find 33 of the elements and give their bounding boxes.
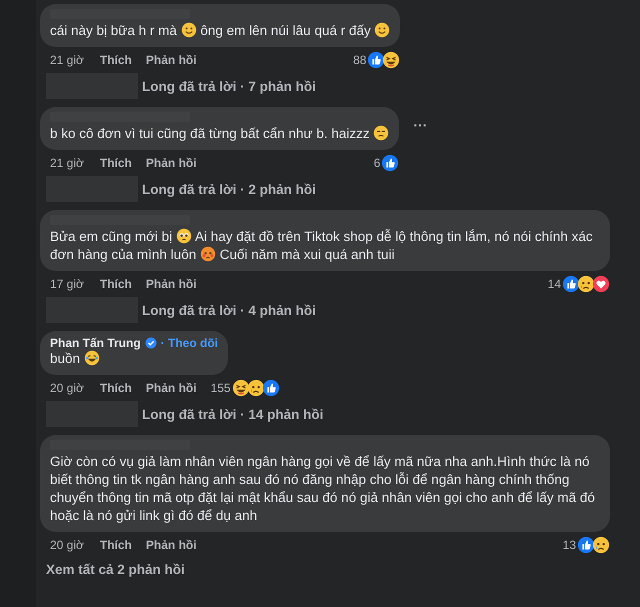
replies-link[interactable]: Long đã trả lời · 14 phản hồi xyxy=(142,406,324,422)
replies-link[interactable]: Long đã trả lời · 7 phản hồi xyxy=(142,78,316,94)
timestamp[interactable]: 17 giờ xyxy=(50,277,84,291)
reply-link[interactable]: Phản hồi xyxy=(146,277,197,291)
view-all-replies-link[interactable]: Xem tất cả 2 phản hồi xyxy=(46,562,610,577)
timestamp[interactable]: 20 giờ xyxy=(50,538,84,552)
timestamp[interactable]: 20 giờ xyxy=(50,381,84,395)
reply-link[interactable]: Phản hồi xyxy=(146,53,197,67)
like-link[interactable]: Thích xyxy=(100,538,132,552)
author-name[interactable]: Phan Tấn Trung xyxy=(50,336,141,350)
replies-link[interactable]: Long đã trả lời · 4 phản hồi xyxy=(142,302,316,318)
like-link[interactable]: Thích xyxy=(100,53,132,67)
timestamp[interactable]: 21 giờ xyxy=(50,53,84,67)
like-link[interactable]: Thích xyxy=(100,381,132,395)
comment-text: b ko cô đơn vì tui cũng đã từng bất cẩn như b. haizzz xyxy=(50,125,390,143)
reaction-count[interactable]: 88 xyxy=(353,53,366,67)
like-link[interactable]: Thích xyxy=(100,277,132,291)
reaction-count[interactable]: 155 xyxy=(210,381,231,395)
follow-link[interactable]: · Theo dõi xyxy=(160,336,218,350)
comment-text: cái này bị bữa h r mà ông em lên núi lâu quá r đấy xyxy=(50,22,390,40)
comment-text: Giờ còn có vụ giả làm nhân viên ngân hàng gọi về để lấy mã nữa nha anh.Hình thức là nó biết thông tin tk ngân hàng anh sau đó nó đăng nhập cho lỗi để ngân hàng chính thống chuyển thông tin mã otp đặt lại mật khẩu sau đó nó giả nhân viên gọi cho anh để lấy mã đó hoặc là nó gửi link gì đó để dụ anh xyxy=(50,453,596,525)
comment-text: buồn xyxy=(50,350,218,368)
more-options-button[interactable]: ··· xyxy=(411,117,430,133)
reaction-count[interactable]: 14 xyxy=(548,277,561,291)
comment-text: Bửa em cũng mới bị Ai hay đặt đồ trên Tiktok shop dễ lộ thông tin lắm, nó nói chính xác đơn hàng của mình luôn Cuối năm mà xui quá anh tuii xyxy=(50,228,594,264)
reply-link[interactable]: Phản hồi xyxy=(146,381,197,395)
reply-link[interactable]: Phản hồi xyxy=(146,538,197,552)
timestamp[interactable]: 21 giờ xyxy=(50,156,84,170)
reaction-count[interactable]: 6 xyxy=(374,156,380,170)
like-link[interactable]: Thích xyxy=(100,156,132,170)
reaction-count[interactable]: 13 xyxy=(562,538,576,552)
reply-link[interactable]: Phản hồi xyxy=(146,156,197,170)
replies-link[interactable]: Long đã trả lời · 2 phản hồi xyxy=(142,182,316,196)
